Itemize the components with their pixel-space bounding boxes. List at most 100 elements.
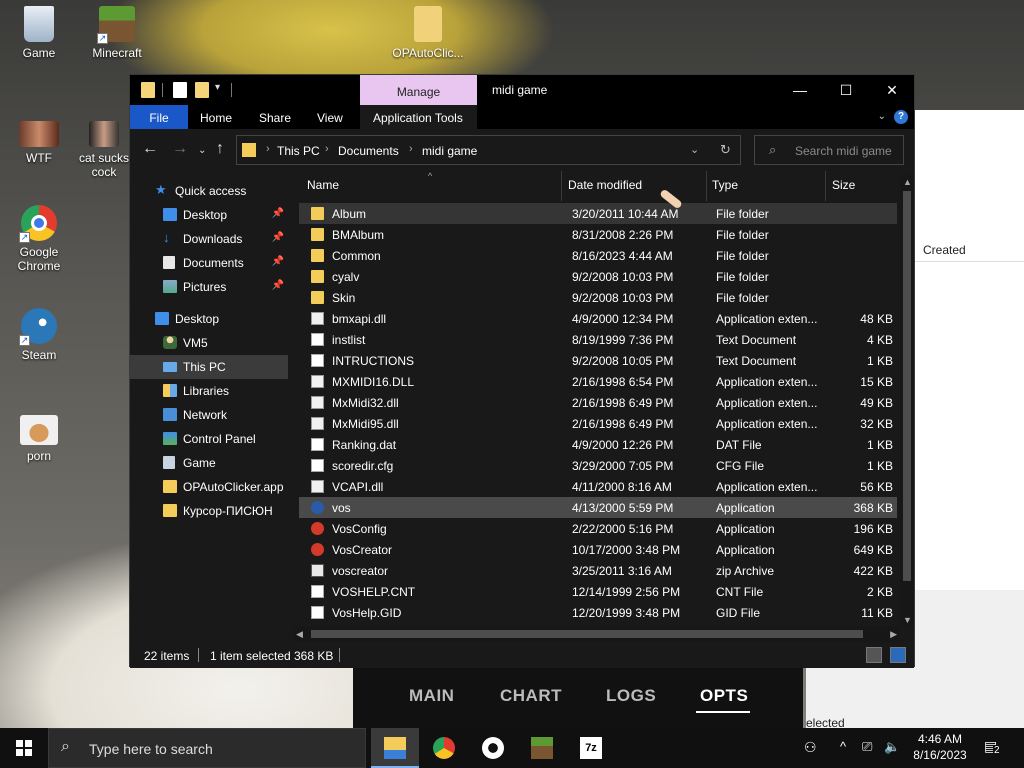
search-box[interactable]: ⌕ Search midi game: [754, 135, 904, 165]
refresh-icon[interactable]: ↻: [720, 142, 731, 158]
nav-quick-access[interactable]: ★ Quick access: [130, 179, 288, 203]
taskbar-clock[interactable]: 4:46 AM 8/16/2023: [908, 731, 972, 763]
horizontal-scrollbar[interactable]: ◀ ▶: [293, 626, 900, 642]
file-row[interactable]: Common 8/16/2023 4:44 AM File folder: [299, 245, 897, 266]
vertical-scroll-thumb[interactable]: [903, 191, 911, 581]
people-icon[interactable]: ⚇: [804, 739, 817, 756]
column-header-name[interactable]: Name: [307, 171, 339, 201]
help-icon[interactable]: ?: [894, 110, 908, 124]
scroll-right-icon[interactable]: ▶: [890, 629, 897, 640]
file-row[interactable]: scoredir.cfg 3/29/2000 7:05 PM CFG File …: [299, 455, 897, 476]
nav-control-panel[interactable]: Control Panel: [130, 427, 288, 451]
tab-share[interactable]: Share: [259, 105, 291, 129]
nav-pictures[interactable]: Pictures 📌: [130, 275, 288, 299]
expand-ribbon-icon[interactable]: ⌄: [878, 111, 886, 122]
show-hidden-icons-icon[interactable]: ^: [840, 739, 846, 754]
file-row[interactable]: cyalv 9/2/2008 10:03 PM File folder: [299, 266, 897, 287]
vertical-scrollbar[interactable]: ▲ ▼: [900, 175, 914, 627]
tab-file[interactable]: File: [130, 105, 188, 129]
tab-view[interactable]: View: [317, 105, 343, 129]
file-row[interactable]: MxMidi95.dll 2/16/1998 6:49 PM Applicati…: [299, 413, 897, 434]
details-view-button[interactable]: [866, 647, 882, 663]
tab-home[interactable]: Home: [200, 105, 232, 129]
scroll-up-icon[interactable]: ▲: [903, 177, 912, 187]
customize-toolbar-icon[interactable]: ▾: [215, 82, 229, 98]
breadcrumb-separator[interactable]: ›: [325, 143, 329, 155]
tab-chart[interactable]: CHART: [500, 686, 562, 706]
breadcrumb-documents[interactable]: Documents: [338, 144, 399, 158]
new-folder-icon[interactable]: [195, 82, 209, 98]
desktop-icon-wtf[interactable]: WTF: [3, 121, 75, 165]
tab-main[interactable]: MAIN: [409, 686, 454, 706]
file-row[interactable]: MXMIDI16.DLL 2/16/1998 6:54 PM Applicati…: [299, 371, 897, 392]
nav-opautoclicker[interactable]: OPAutoClicker.app: [130, 475, 288, 499]
manage-tab[interactable]: Manage: [360, 75, 477, 105]
desktop-icon-chrome[interactable]: ↗ Google Chrome: [3, 205, 75, 273]
file-row[interactable]: VosConfig 2/22/2000 5:16 PM Application …: [299, 518, 897, 539]
forward-button[interactable]: →: [172, 141, 188, 157]
file-row[interactable]: VOSHELP.CNT 12/14/1999 2:56 PM CNT File …: [299, 581, 897, 602]
column-header-created[interactable]: Created: [914, 236, 1024, 262]
tab-opts[interactable]: OPTS: [700, 686, 748, 706]
desktop-icon-porn[interactable]: porn: [3, 415, 75, 463]
taskbar-minecraft[interactable]: [518, 728, 566, 768]
file-row[interactable]: VosHelp.GID 12/20/1999 3:48 PM GID File …: [299, 602, 897, 623]
up-button[interactable]: ↑: [216, 141, 224, 157]
taskbar-file-explorer[interactable]: [371, 728, 419, 768]
start-button[interactable]: [0, 728, 48, 768]
file-row[interactable]: VCAPI.dll 4/11/2000 8:16 AM Application …: [299, 476, 897, 497]
file-row[interactable]: Ranking.dat 4/9/2000 12:26 PM DAT File 1…: [299, 434, 897, 455]
nav-downloads[interactable]: ↓ Downloads 📌: [130, 227, 288, 251]
minimize-button[interactable]: —: [777, 75, 823, 105]
address-bar[interactable]: › This PC › Documents › midi game ⌄ ↻: [236, 135, 741, 165]
desktop-icon-minecraft[interactable]: ↗ Minecraft: [81, 6, 153, 60]
scroll-left-icon[interactable]: ◀: [296, 629, 303, 640]
taskbar-7zip[interactable]: 7z: [567, 728, 615, 768]
file-row[interactable]: Skin 9/2/2008 10:03 PM File folder: [299, 287, 897, 308]
file-row[interactable]: bmxapi.dll 4/9/2000 12:34 PM Application…: [299, 308, 897, 329]
column-header-size[interactable]: Size: [832, 171, 855, 201]
recent-locations-button[interactable]: ⌄: [198, 143, 206, 159]
nav-documents[interactable]: Documents 📌: [130, 251, 288, 275]
file-row-selected[interactable]: vos 4/13/2000 5:59 PM Application 368 KB: [299, 497, 897, 518]
column-divider[interactable]: [561, 171, 562, 201]
column-header-type[interactable]: Type: [712, 171, 738, 201]
column-divider[interactable]: [825, 171, 826, 201]
back-button[interactable]: ←: [142, 141, 158, 157]
maximize-button[interactable]: ☐: [823, 75, 869, 105]
desktop-icon-steam[interactable]: ↗ Steam: [3, 308, 75, 362]
nav-game[interactable]: Game: [130, 451, 288, 475]
desktop-icon-opautoclicker[interactable]: OPAutoClic...: [392, 6, 464, 60]
file-row[interactable]: voscreator 3/25/2011 3:16 AM zip Archive…: [299, 560, 897, 581]
title-bar[interactable]: ▾ Manage midi game — ☐ ✕: [130, 75, 914, 105]
nav-cursor-folder[interactable]: Курсор-ПИСЮН: [130, 499, 288, 523]
nav-desktop[interactable]: Desktop: [130, 307, 288, 331]
nav-network[interactable]: Network: [130, 403, 288, 427]
properties-icon[interactable]: [173, 82, 187, 98]
file-row[interactable]: MxMidi32.dll 2/16/1998 6:49 PM Applicati…: [299, 392, 897, 413]
breadcrumb-separator[interactable]: ›: [409, 143, 413, 155]
address-dropdown-icon[interactable]: ⌄: [690, 143, 699, 156]
nav-libraries[interactable]: Libraries: [130, 379, 288, 403]
file-row[interactable]: Album 3/20/2011 10:44 AM File folder: [299, 203, 897, 224]
taskbar-app-wheel[interactable]: [469, 728, 517, 768]
breadcrumb-midi-game[interactable]: midi game: [422, 144, 477, 158]
desktop-icon-game[interactable]: Game: [3, 6, 75, 60]
nav-desktop-pinned[interactable]: Desktop 📌: [130, 203, 288, 227]
taskbar-chrome[interactable]: [420, 728, 468, 768]
file-row[interactable]: instlist 8/19/1999 7:36 PM Text Document…: [299, 329, 897, 350]
tab-logs[interactable]: LOGS: [606, 686, 656, 706]
notifications-button[interactable]: ▤ 2: [980, 736, 1010, 760]
network-icon[interactable]: ⎚: [862, 739, 872, 755]
nav-vm5[interactable]: VM5: [130, 331, 288, 355]
close-button[interactable]: ✕: [869, 75, 915, 105]
file-row[interactable]: BMAlbum 8/31/2008 2:26 PM File folder: [299, 224, 897, 245]
nav-this-pc[interactable]: This PC: [130, 355, 288, 379]
column-divider[interactable]: [706, 171, 707, 201]
scroll-down-icon[interactable]: ▼: [903, 615, 912, 625]
breadcrumb-separator[interactable]: ›: [266, 143, 270, 155]
file-row[interactable]: VosCreator 10/17/2000 3:48 PM Applicatio…: [299, 539, 897, 560]
tab-application-tools[interactable]: Application Tools: [373, 105, 463, 129]
file-row[interactable]: INTRUCTIONS 9/2/2008 10:05 PM Text Docum…: [299, 350, 897, 371]
volume-icon[interactable]: 🔈: [884, 739, 900, 755]
